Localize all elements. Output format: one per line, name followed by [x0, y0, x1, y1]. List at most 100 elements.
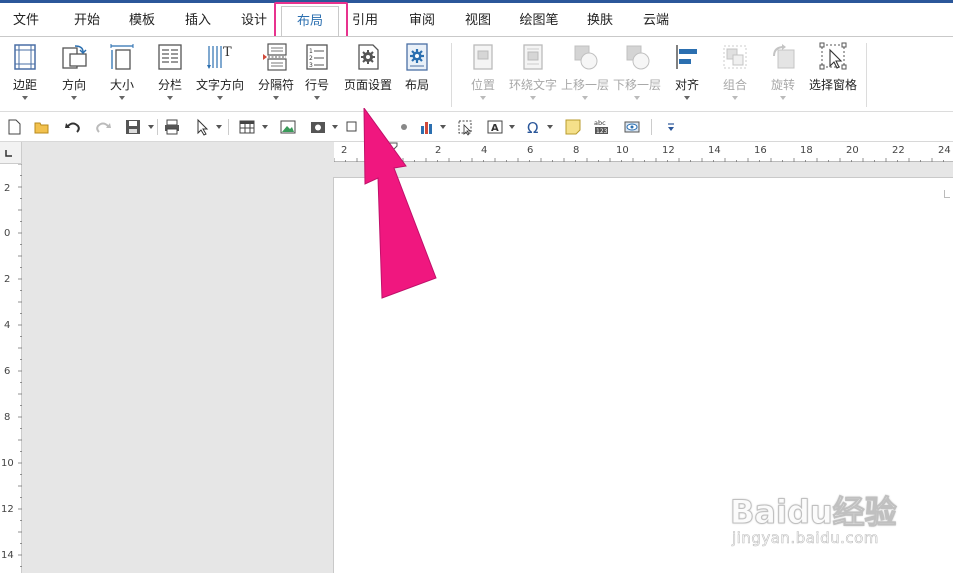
tab-design[interactable]: 设计: [234, 10, 274, 32]
textbox-dropdown-icon[interactable]: [509, 125, 515, 129]
chevron-down-icon: [273, 96, 279, 100]
undo-icon[interactable]: [64, 118, 82, 136]
selection-pane-label: 选择窗格: [808, 78, 857, 92]
group-button[interactable]: 组合: [708, 40, 762, 110]
tab-drawing-pen[interactable]: 绘图笔: [513, 10, 565, 32]
columns-button[interactable]: 分栏: [143, 40, 197, 110]
h-ruler-label: 4: [481, 145, 488, 156]
wrap-text-button[interactable]: 环绕文字: [506, 40, 560, 110]
size-button[interactable]: 大小: [95, 40, 149, 110]
picture-icon[interactable]: [279, 118, 297, 136]
h-ruler-label: 6: [527, 145, 534, 156]
line-numbers-button[interactable]: 1 2 3 行号: [290, 40, 344, 110]
v-ruler-label: 0: [4, 228, 11, 239]
symbol-dropdown-icon[interactable]: [547, 125, 553, 129]
tab-cloud[interactable]: 云端: [636, 10, 676, 32]
v-ruler-label: 14: [1, 550, 14, 561]
save-icon[interactable]: [124, 118, 142, 136]
tab-skin[interactable]: 换肤: [580, 10, 620, 32]
customize-toolbar-icon[interactable]: [662, 118, 680, 136]
margins-button[interactable]: 边距: [0, 40, 52, 110]
print-icon[interactable]: [163, 118, 181, 136]
send-backward-button[interactable]: 下移一层: [610, 40, 664, 110]
indent-marker-icon[interactable]: [386, 142, 398, 164]
screenshot-icon[interactable]: [309, 118, 327, 136]
select-pointer-icon[interactable]: [194, 118, 212, 136]
svg-text:abc: abc: [594, 119, 606, 127]
table-dropdown-icon[interactable]: [262, 125, 268, 129]
left-gutter: [22, 164, 333, 573]
chevron-down-icon: [684, 96, 690, 100]
select-dropdown-icon[interactable]: [216, 125, 222, 129]
h-ruler-label: 14: [708, 145, 721, 156]
smartart-icon[interactable]: [398, 118, 416, 136]
bring-forward-button[interactable]: 上移一层: [558, 40, 612, 110]
orientation-button[interactable]: 方向: [47, 40, 101, 110]
text-direction-icon: T: [207, 45, 232, 69]
svg-text:2: 2: [309, 55, 313, 62]
vertical-ruler[interactable]: 2 0 2 4 6 8 10 12 14: [0, 163, 22, 573]
textbox-icon[interactable]: A: [486, 118, 504, 136]
open-folder-icon[interactable]: [33, 118, 51, 136]
document-area: 2 2 4 6 8 10 12 14 16 18 20 22 24 2 0 2 …: [0, 142, 953, 573]
chevron-down-icon: [314, 96, 320, 100]
tab-insert[interactable]: 插入: [178, 10, 218, 32]
page-setup-icon: [358, 44, 379, 70]
rotate-button[interactable]: 旋转: [756, 40, 810, 110]
toolbar-separator: [228, 119, 229, 135]
screenshot-dropdown-icon[interactable]: [332, 125, 338, 129]
orientation-icon: [62, 45, 87, 69]
toolbar-separator: [651, 119, 652, 135]
chevron-down-icon: [22, 96, 28, 100]
chevron-down-icon: [480, 96, 486, 100]
horizontal-ruler[interactable]: 2 2 4 6 8 10 12 14 16 18 20 22 24: [333, 142, 953, 162]
v-ruler-label: 2: [4, 183, 11, 194]
h-ruler-label: 10: [616, 145, 629, 156]
shapes-icon[interactable]: [345, 118, 363, 136]
tab-home[interactable]: 开始: [67, 10, 107, 32]
align-button[interactable]: 对齐: [660, 40, 714, 110]
tab-references[interactable]: 引用: [345, 10, 385, 32]
h-ruler-label: 24: [938, 145, 951, 156]
layout-button[interactable]: 布局: [390, 40, 444, 110]
line-numbers-icon: 1 2 3: [306, 44, 328, 70]
selection-pane-button[interactable]: 选择窗格: [806, 40, 860, 110]
tab-layout[interactable]: 布局: [281, 6, 339, 37]
spell-check-icon[interactable]: abc123: [593, 118, 611, 136]
align-icon: [676, 45, 697, 69]
page-setup-button[interactable]: 页面设置: [341, 40, 395, 110]
table-icon[interactable]: [238, 118, 256, 136]
chart-dropdown-icon[interactable]: [440, 125, 446, 129]
ribbon-separator: [451, 43, 452, 107]
tab-view[interactable]: 视图: [458, 10, 498, 32]
tab-file[interactable]: 文件: [6, 10, 46, 32]
horizontal-ruler-ticks: [333, 158, 944, 162]
h-ruler-label: 20: [846, 145, 859, 156]
new-document-icon[interactable]: [5, 118, 23, 136]
preview-icon[interactable]: [623, 118, 641, 136]
symbol-omega-icon[interactable]: Ω: [525, 118, 543, 136]
document-page[interactable]: [333, 177, 953, 573]
tab-templates[interactable]: 模板: [122, 10, 162, 32]
chart-icon[interactable]: [418, 118, 436, 136]
tab-stop-selector[interactable]: [0, 142, 22, 164]
v-ruler-label: 6: [4, 366, 11, 377]
tab-review[interactable]: 审阅: [402, 10, 442, 32]
chevron-down-icon: [732, 96, 738, 100]
svg-text:123: 123: [596, 128, 608, 135]
save-dropdown-icon[interactable]: [148, 125, 154, 129]
screen-clip-icon[interactable]: [456, 118, 474, 136]
position-button[interactable]: 位置: [456, 40, 510, 110]
sticky-note-icon[interactable]: [564, 118, 582, 136]
chevron-down-icon: [582, 96, 588, 100]
chevron-down-icon: [217, 96, 223, 100]
toolbar-separator: [157, 119, 158, 135]
rotate-icon: [773, 44, 795, 69]
wrap-text-icon: [523, 44, 543, 70]
chevron-down-icon: [634, 96, 640, 100]
redo-icon[interactable]: [94, 118, 112, 136]
chevron-down-icon: [530, 96, 536, 100]
h-ruler-label: 16: [754, 145, 767, 156]
size-icon: [110, 44, 134, 70]
text-direction-button[interactable]: T 文字方向: [193, 40, 247, 110]
